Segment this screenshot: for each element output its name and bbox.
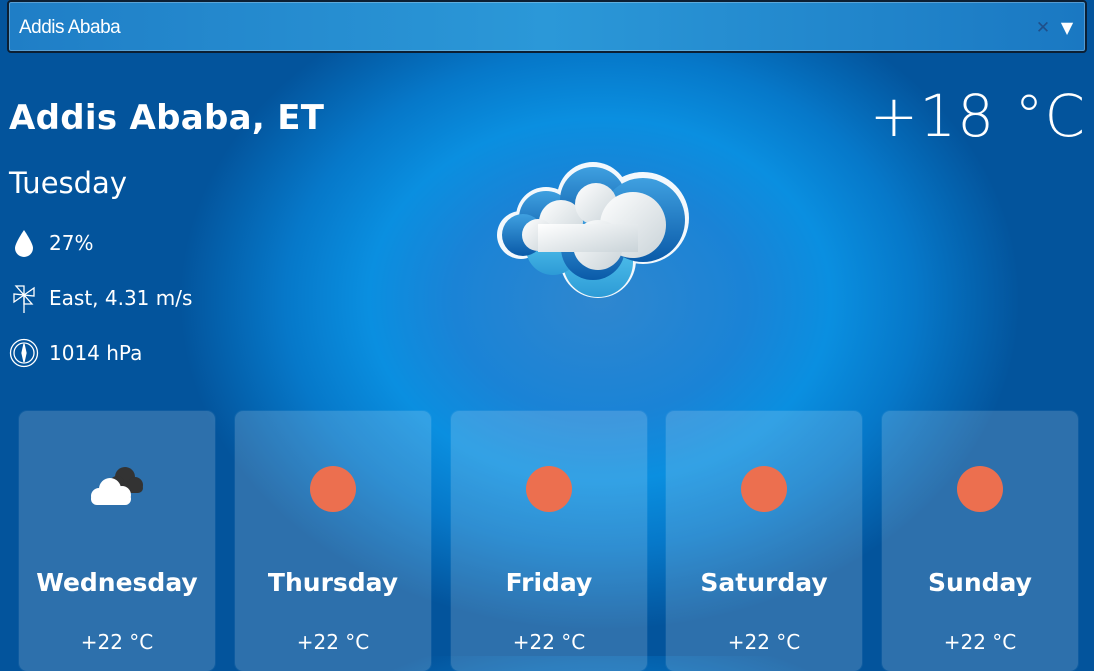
sun-icon bbox=[525, 463, 575, 513]
droplet-icon bbox=[9, 228, 39, 258]
forecast-day: Sunday bbox=[928, 568, 1032, 597]
city-search-input[interactable] bbox=[19, 14, 999, 42]
forecast-day: Thursday bbox=[267, 568, 399, 597]
forecast-temp: +22 °C bbox=[80, 630, 154, 654]
forecast-day: Wednesday bbox=[36, 568, 198, 597]
forecast-temp: +22 °C bbox=[512, 630, 586, 654]
pressure-stat: 1014 hPa bbox=[9, 338, 142, 368]
forecast-card-friday: Friday +22 °C bbox=[451, 411, 647, 671]
pressure-value: 1014 hPa bbox=[49, 341, 143, 365]
current-temperature: +18 °C bbox=[869, 82, 1086, 150]
forecast-temp: +22 °C bbox=[296, 630, 370, 654]
humidity-value: 27% bbox=[49, 231, 94, 255]
city-search-box[interactable]: ✕ ▼ bbox=[7, 0, 1087, 53]
humidity-stat: 27% bbox=[9, 228, 93, 258]
forecast-temp: +22 °C bbox=[943, 630, 1017, 654]
sun-icon bbox=[956, 463, 1006, 513]
pinwheel-icon bbox=[9, 283, 39, 313]
forecast-card-saturday: Saturday +22 °C bbox=[666, 411, 862, 671]
forecast-card-sunday: Sunday +22 °C bbox=[882, 411, 1078, 671]
wind-stat: East, 4.31 m/s bbox=[9, 283, 192, 313]
forecast-temp: +22 °C bbox=[727, 630, 801, 654]
forecast-card-wednesday: Wednesday +22 °C bbox=[19, 411, 215, 671]
forecast-card-thursday: Thursday +22 °C bbox=[235, 411, 431, 671]
current-day: Tuesday bbox=[9, 166, 127, 200]
compass-icon bbox=[9, 338, 39, 368]
cloud-dark-icon bbox=[91, 463, 143, 513]
close-icon[interactable]: ✕ bbox=[1034, 18, 1052, 38]
sun-icon bbox=[309, 463, 359, 513]
cloud-icon bbox=[493, 160, 698, 305]
chevron-down-icon[interactable]: ▼ bbox=[1058, 18, 1076, 38]
wind-value: East, 4.31 m/s bbox=[49, 286, 193, 310]
forecast-day: Saturday bbox=[700, 568, 828, 597]
sun-icon bbox=[740, 463, 790, 513]
forecast-day: Friday bbox=[505, 568, 593, 597]
city-title: Addis Ababa, ET bbox=[9, 98, 325, 138]
